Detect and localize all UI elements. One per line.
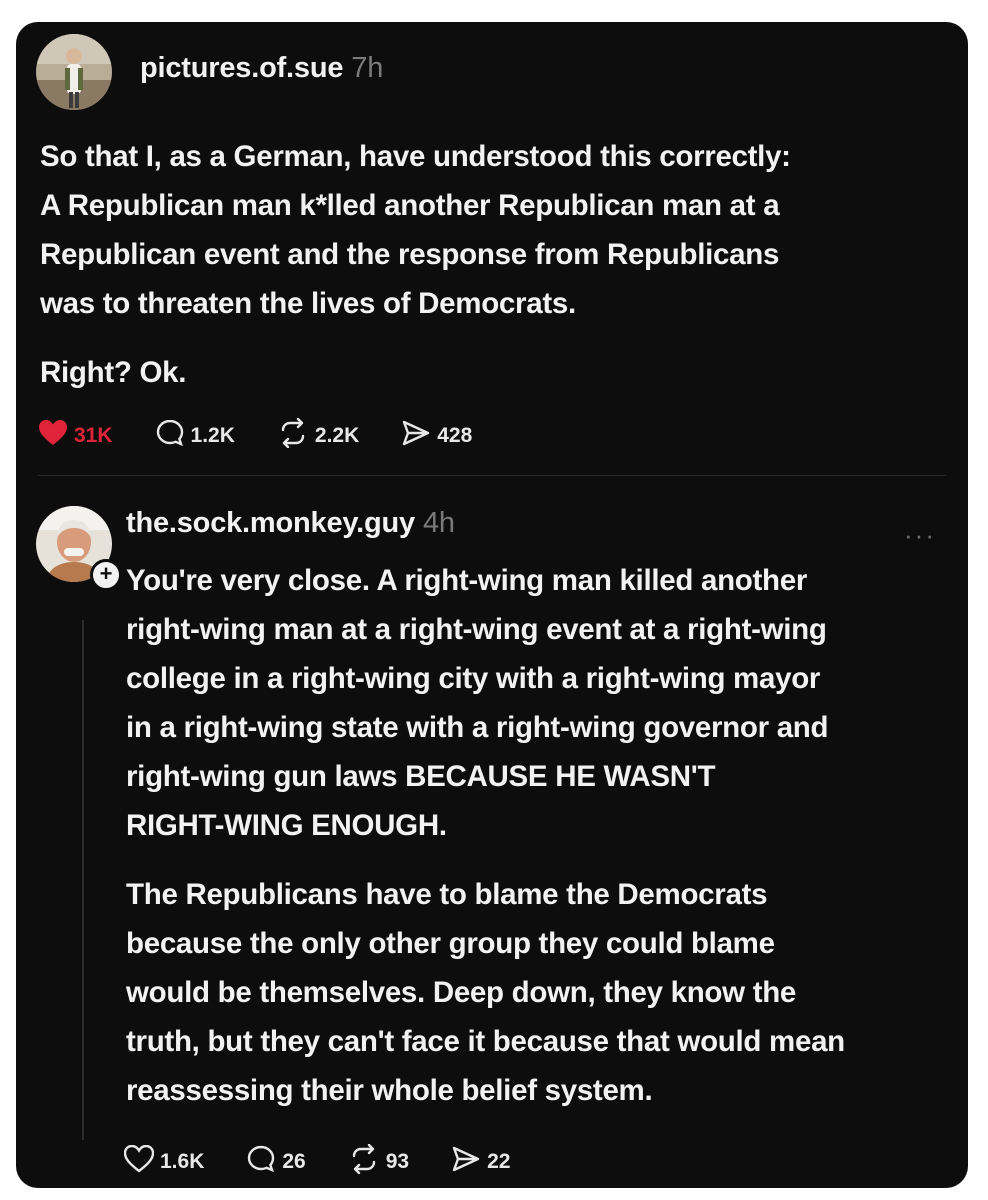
reply-time: 4h [422, 507, 455, 539]
reply-reply-button[interactable]: 26 [246, 1144, 306, 1180]
reply-line: because the only other group they could … [126, 927, 775, 960]
post-share-button[interactable]: 428 [401, 418, 472, 454]
threads-card: pictures.of.sue 7h So that I, as a German… [16, 22, 968, 1188]
heart-icon [38, 419, 74, 453]
reply-line: You're very close. A right-wing man kill… [126, 564, 808, 597]
reply-repost-button[interactable]: 93 [348, 1143, 410, 1180]
avatar-pictures-of-sue[interactable] [36, 34, 112, 110]
share-icon [401, 418, 437, 454]
reply-line: The Republicans have to blame the Democr… [126, 878, 768, 911]
reply-header: the.sock.monkey.guy 4h [126, 507, 455, 540]
post-line: So that I, as a German, have understood … [40, 140, 791, 173]
post-actions: 31K 1.2K 2.2K 428 [38, 417, 514, 454]
reply-username[interactable]: the.sock.monkey.guy [126, 507, 415, 539]
repost-icon [277, 417, 315, 454]
reply-line: college in a right-wing city with a righ… [126, 662, 821, 695]
post-like-count: 31K [74, 424, 113, 447]
reply-line: would be themselves. Deep down, they kno… [126, 976, 797, 1009]
more-icon[interactable]: ··· [904, 520, 936, 551]
post-repost-button[interactable]: 2.2K [277, 417, 360, 454]
post-divider [38, 475, 946, 476]
reply-line: RIGHT-WING ENOUGH. [126, 809, 447, 842]
post-share-count: 428 [437, 424, 473, 447]
reply-line: truth, but they can't face it because th… [126, 1025, 845, 1058]
reply-repost-count: 93 [385, 1150, 410, 1173]
reply-body: You're very close. A right-wing man kill… [126, 556, 956, 1115]
heart-icon [123, 1144, 160, 1179]
thread-line [82, 620, 84, 1140]
post-reply-button[interactable]: 1.2K [155, 418, 235, 454]
reply-share-count: 22 [487, 1150, 511, 1173]
reply-line: reassessing their whole belief system. [126, 1074, 653, 1107]
reply-line: right-wing man at a right-wing event at … [126, 613, 827, 646]
reply-like-button[interactable]: 1.6K [123, 1144, 205, 1179]
post-line: A Republican man k*lled another Republic… [40, 189, 780, 222]
post-repost-count: 2.2K [314, 424, 360, 447]
post-reply-count: 1.2K [190, 424, 235, 447]
post-header: pictures.of.sue 7h [140, 52, 383, 85]
reply-like-count: 1.6K [160, 1150, 205, 1173]
reply-share-button[interactable]: 22 [451, 1144, 510, 1180]
post-like-button[interactable]: 31K [38, 419, 113, 453]
reply-reply-count: 26 [282, 1150, 306, 1173]
share-icon [451, 1144, 487, 1180]
reply-line: right-wing gun laws BECAUSE HE WASN'T [126, 760, 716, 793]
plus-icon: + [99, 561, 113, 586]
reply-line: in a right-wing state with a right-wing … [126, 711, 829, 744]
reply-actions: 1.6K 26 93 22 [123, 1143, 552, 1180]
post-body: So that I, as a German, have understood … [40, 132, 950, 397]
post-line: was to threaten the lives of Democrats. [40, 287, 576, 320]
follow-button[interactable]: + [90, 559, 122, 591]
comment-icon [246, 1144, 282, 1180]
post-line: Republican event and the response from R… [40, 238, 780, 271]
post-username[interactable]: pictures.of.sue [140, 52, 343, 84]
post-line: Right? Ok. [40, 356, 187, 389]
repost-icon [348, 1143, 386, 1180]
post-time: 7h [351, 52, 384, 84]
comment-icon [155, 418, 191, 454]
